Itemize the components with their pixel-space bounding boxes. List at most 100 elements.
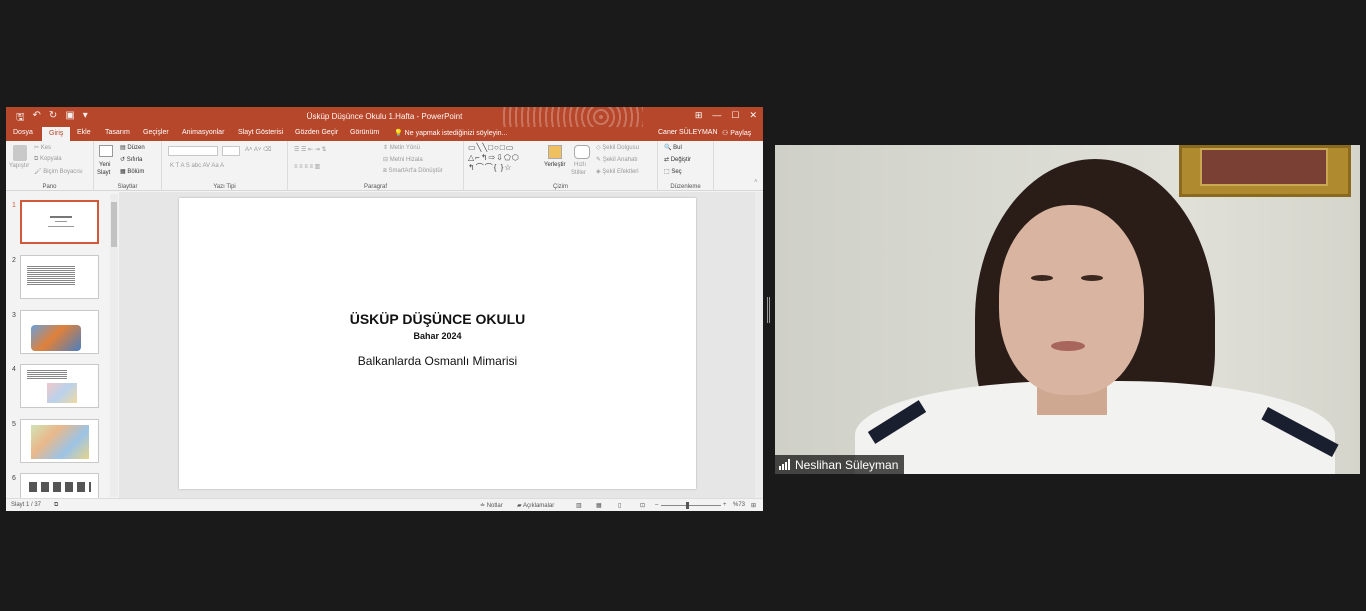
font-style-buttons[interactable]: K T A S abc AV Aa A — [170, 163, 224, 169]
tab-dosya[interactable]: Dosya — [13, 129, 33, 136]
quick-styles-button-2[interactable]: Stiller — [571, 170, 586, 176]
tab-tasarim[interactable]: Tasarım — [105, 129, 130, 136]
split-handle[interactable] — [767, 297, 771, 323]
slide-thumbnail[interactable] — [20, 310, 99, 354]
arrange-icon — [548, 145, 562, 159]
slide-scrollbar[interactable] — [755, 192, 763, 498]
group-label-slaytlar: Slaytlar — [117, 184, 138, 190]
slide-subtitle[interactable]: Bahar 2024 — [179, 331, 696, 341]
comments-button[interactable]: ▰ Açıklamalar — [517, 502, 554, 509]
slide-thumbnail[interactable] — [20, 364, 99, 408]
person-eye — [1081, 275, 1103, 281]
sorter-view-icon[interactable]: ▦ — [596, 502, 602, 509]
align-text-button[interactable]: ⊟ Metni Hizala — [383, 156, 423, 163]
slide-thumbnail[interactable] — [20, 200, 99, 244]
text-direction-label: Metin Yönü — [389, 145, 420, 151]
thumb-number: 1 — [12, 202, 16, 209]
group-label-paragraf: Paragraf — [363, 184, 387, 190]
new-slide-button-2[interactable]: Slayt — [97, 170, 110, 176]
slide-title[interactable]: ÜSKÜP DÜŞÜNCE OKULU — [179, 311, 696, 327]
slide-thumbnails-pane: 1 2 3 4 5 6 — [6, 192, 118, 498]
slide-thumbnail[interactable] — [20, 419, 99, 463]
share-button[interactable]: ⚇ Paylaş — [722, 129, 751, 137]
thumbnails-scrollbar[interactable] — [110, 194, 118, 497]
replace-label: Değiştir — [670, 157, 692, 163]
notes-button[interactable]: ≐ Notlar — [480, 502, 503, 509]
ribbon-tabs: Dosya Giriş Ekle Tasarım Geçişler Animas… — [6, 127, 763, 141]
find-button[interactable]: 🔍 Bul — [664, 144, 682, 151]
tab-gozden-gecir[interactable]: Gözden Geçir — [295, 129, 338, 136]
comments-label: Açıklamalar — [522, 503, 555, 509]
section-label: Bölüm — [127, 169, 145, 175]
tab-gecisler[interactable]: Geçişler — [143, 129, 169, 136]
cut-button[interactable]: ✂ Kes — [34, 144, 51, 151]
slide-editor: ÜSKÜP DÜŞÜNCE OKULU Bahar 2024 Balkanlar… — [119, 192, 755, 498]
shapes-gallery[interactable]: ▭╲╲□○□▭ △⌐↰⇨⇩⬠⬡ ↰⌒⌒{ }☆ — [468, 143, 520, 173]
spellcheck-icon[interactable]: ⧉ — [54, 502, 58, 509]
shape-fill-button[interactable]: ◇ Şekil Dolgusu — [596, 144, 639, 151]
section-button[interactable]: ▦ Bölüm — [120, 168, 144, 175]
fit-slide-icon[interactable]: ⊞ — [751, 502, 756, 509]
paste-button[interactable]: Yapıştır — [9, 163, 29, 169]
zoom-slider[interactable] — [661, 505, 721, 506]
tab-slayt-gosterisi[interactable]: Slayt Gösterisi — [238, 129, 283, 136]
tab-giris[interactable]: Giriş — [42, 127, 71, 141]
layout-button[interactable]: ▤ Düzen — [120, 144, 145, 151]
text-direction-button[interactable]: ⇕ Metin Yönü — [383, 144, 420, 151]
format-painter-label: Biçim Boyacısı — [43, 169, 83, 175]
new-slide-icon — [99, 145, 113, 157]
maximize-icon[interactable]: ☐ — [731, 110, 739, 121]
copy-button[interactable]: ⧉ Kopyala — [34, 156, 62, 163]
font-size-input[interactable] — [222, 146, 240, 156]
tab-animasyonlar[interactable]: Animasyonlar — [182, 129, 224, 136]
font-grow-shrink[interactable]: A˄ A˅ ⌫ — [245, 146, 272, 153]
slide-thumbnail[interactable] — [20, 255, 99, 299]
collapse-ribbon-icon[interactable]: ˄ — [754, 179, 758, 185]
smartart-button[interactable]: ⧈ SmartArt'a Dönüştür — [383, 168, 443, 175]
find-label: Bul — [673, 145, 682, 151]
layout-label: Düzen — [127, 145, 145, 151]
tab-ekle[interactable]: Ekle — [77, 129, 91, 136]
group-label-duzenleme: Düzenleme — [670, 184, 701, 190]
align-buttons[interactable]: ≡ ≡ ≡ ≡ ▥ — [294, 163, 320, 170]
replace-button[interactable]: ⇄ Değiştir — [664, 156, 691, 163]
shape-effects-button[interactable]: ◈ Şekil Efektleri — [596, 168, 639, 175]
normal-view-icon[interactable]: ▥ — [576, 502, 582, 509]
tab-gorunum[interactable]: Görünüm — [350, 129, 379, 136]
list-buttons[interactable]: ☰ ☰ ⇤ ⇥ ⇅ — [294, 146, 327, 153]
reset-button[interactable]: ↺ Sıfırla — [120, 156, 142, 163]
slide-thumbnail[interactable] — [20, 473, 99, 498]
zoom-slider-handle[interactable] — [686, 502, 689, 509]
ribbon-options-icon[interactable]: ⊞ — [695, 110, 703, 121]
zoom-level[interactable]: %73 — [733, 502, 745, 508]
paste-icon — [13, 145, 27, 161]
signal-strength-icon — [779, 459, 790, 470]
group-paragraf: ☰ ☰ ⇤ ⇥ ⇅ ≡ ≡ ≡ ≡ ▥ ⇕ Metin Yönü ⊟ Metni… — [288, 141, 464, 191]
user-name[interactable]: Caner SÜLEYMAN — [658, 129, 718, 136]
format-painter-button[interactable]: 🖌 Biçim Boyacısı — [34, 168, 83, 175]
zoom-in-icon[interactable]: + — [723, 502, 727, 508]
arrange-button[interactable]: Yerleştir — [544, 162, 565, 168]
minimize-icon[interactable]: — — [712, 110, 721, 121]
close-icon[interactable]: ✕ — [749, 110, 757, 121]
reading-view-icon[interactable]: ▯ — [618, 502, 621, 509]
current-slide[interactable]: ÜSKÜP DÜŞÜNCE OKULU Bahar 2024 Balkanlar… — [179, 198, 696, 489]
shape-effects-label: Şekil Efektleri — [602, 169, 639, 175]
quick-styles-button[interactable]: Hızlı — [574, 162, 586, 168]
powerpoint-window: 🖫 ↶ ↻ ▣ ▾ Üsküp Düşünce Okulu 1.Hafta - … — [6, 107, 763, 511]
slideshow-icon[interactable]: ⊡ — [640, 502, 645, 509]
thumb-number: 2 — [12, 257, 16, 264]
slide-body[interactable]: Balkanlarda Osmanlı Mimarisi — [179, 354, 696, 368]
new-slide-button[interactable]: Yeni — [99, 162, 110, 168]
cut-label: Kes — [40, 145, 52, 151]
thumb-number: 4 — [12, 366, 16, 373]
group-pano: Yapıştır ✂ Kes ⧉ Kopyala 🖌 Biçim Boyacıs… — [6, 141, 94, 191]
shape-outline-button[interactable]: ✎ Şekil Anahatı — [596, 156, 638, 163]
tell-me-box[interactable]: 💡 Ne yapmak istediğinizi söyleyin... — [394, 129, 507, 137]
font-name-input[interactable] — [168, 146, 218, 156]
title-bar: 🖫 ↶ ↻ ▣ ▾ Üsküp Düşünce Okulu 1.Hafta - … — [6, 107, 763, 127]
zoom-out-icon[interactable]: – — [655, 502, 658, 508]
participant-video — [775, 145, 1360, 474]
scrollbar-thumb[interactable] — [111, 202, 117, 247]
select-button[interactable]: ⬚ Seç — [664, 168, 682, 175]
